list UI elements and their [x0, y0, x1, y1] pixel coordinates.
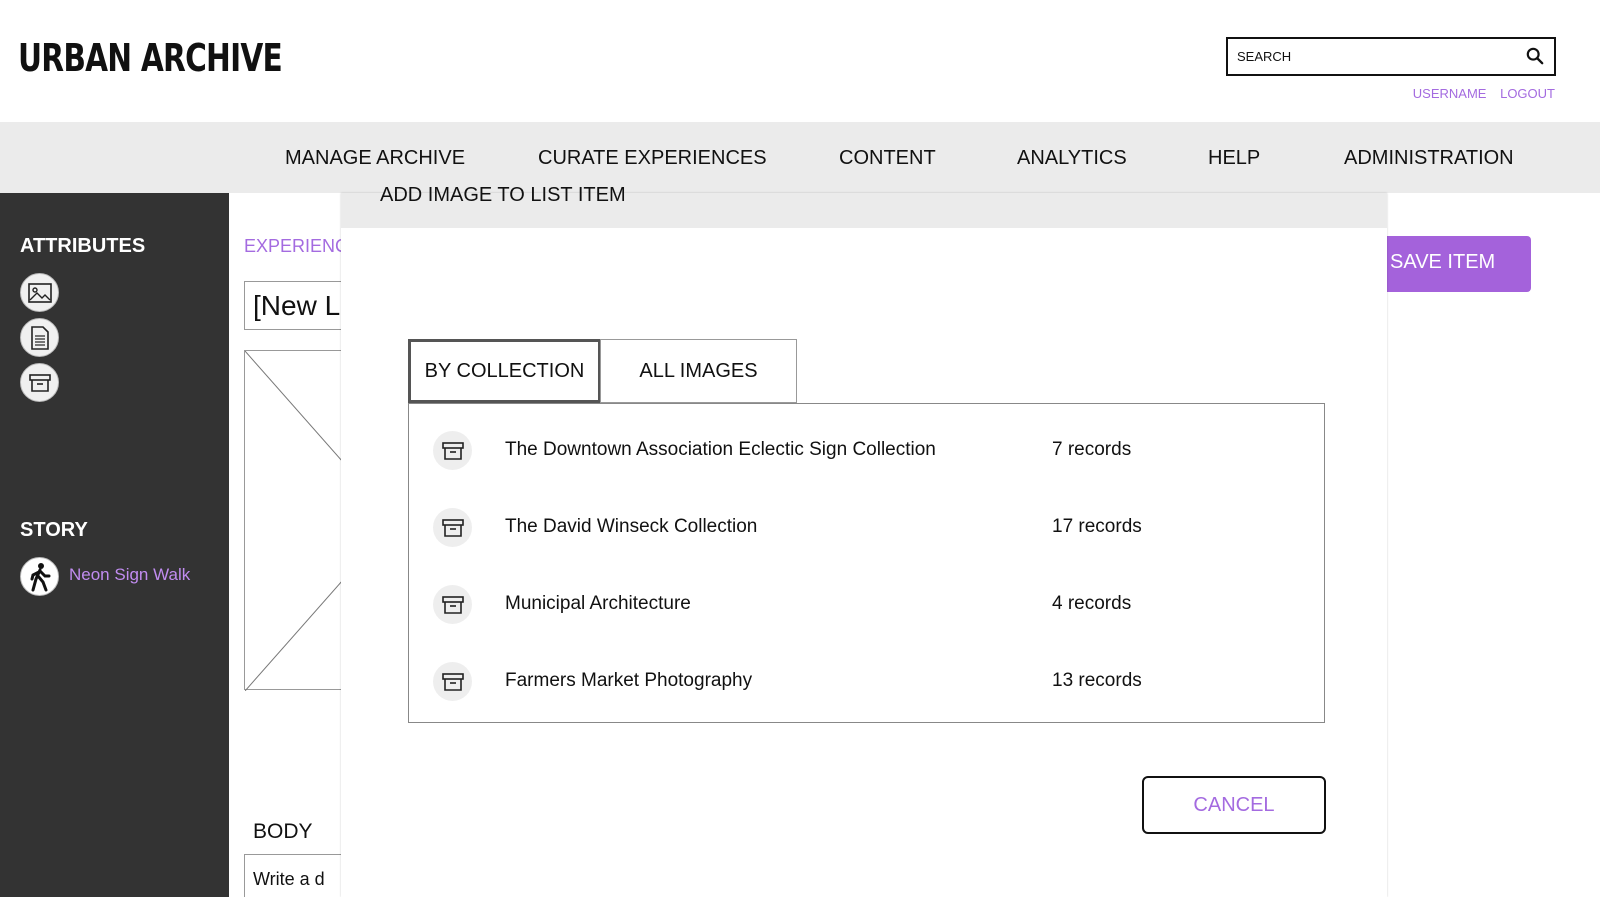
add-image-modal: ADD IMAGE TO LIST ITEM BY COLLECTION ALL… — [341, 184, 1387, 897]
nav-manage-archive[interactable]: MANAGE ARCHIVE — [285, 147, 465, 170]
collection-name: Farmers Market Photography — [505, 670, 753, 691]
search-icon[interactable] — [1526, 47, 1544, 65]
logout-link[interactable]: LOGOUT — [1500, 86, 1555, 101]
archive-box-icon — [433, 662, 472, 701]
story-avatar[interactable] — [20, 557, 59, 596]
nav-analytics[interactable]: ANALYTICS — [1017, 147, 1127, 170]
search-box[interactable] — [1226, 37, 1556, 76]
username-link[interactable]: USERNAME — [1413, 86, 1487, 101]
nav-curate-experiences[interactable]: CURATE EXPERIENCES — [538, 147, 767, 170]
collection-row[interactable]: The David Winseck Collection 17 records — [409, 492, 1324, 567]
archive-box-icon — [433, 508, 472, 547]
collection-name: The David Winseck Collection — [505, 516, 758, 537]
story-heading: STORY — [20, 519, 88, 541]
collection-row[interactable]: Farmers Market Photography 13 records — [409, 646, 1324, 721]
archive-box-icon — [433, 431, 472, 470]
collection-count: 7 records — [1052, 439, 1132, 460]
attributes-heading: ATTRIBUTES — [20, 235, 146, 257]
walking-person-icon — [30, 562, 50, 591]
archive-box-icon — [28, 373, 51, 392]
top-nav: MANAGE ARCHIVE CURATE EXPERIENCES CONTEN… — [0, 122, 1600, 193]
save-item-button[interactable]: SAVE ITEM — [1370, 236, 1531, 292]
nav-content[interactable]: CONTENT — [839, 147, 936, 170]
collection-count: 13 records — [1052, 670, 1142, 691]
collection-name: The Downtown Association Eclectic Sign C… — [505, 439, 936, 460]
attribute-collection-button[interactable] — [20, 363, 59, 402]
modal-title: ADD IMAGE TO LIST ITEM — [380, 184, 626, 206]
app-logo[interactable]: URBAN ARCHIVE — [18, 36, 283, 80]
tab-all-images[interactable]: ALL IMAGES — [600, 339, 797, 403]
search-input[interactable] — [1237, 49, 1517, 64]
collection-name: Municipal Architecture — [505, 593, 691, 614]
collection-row[interactable]: The Downtown Association Eclectic Sign C… — [409, 415, 1324, 490]
tab-by-collection[interactable]: BY COLLECTION — [408, 339, 601, 403]
collection-list: The Downtown Association Eclectic Sign C… — [408, 403, 1325, 723]
left-sidebar: ATTRIBUTES STORY Neon Sign Walk — [0, 193, 229, 897]
body-label: BODY — [253, 820, 313, 843]
user-links: USERNAME LOGOUT — [1403, 86, 1555, 101]
nav-administration[interactable]: ADMINISTRATION — [1344, 147, 1514, 170]
modal-header: ADD IMAGE TO LIST ITEM — [341, 184, 1387, 228]
collection-count: 17 records — [1052, 516, 1142, 537]
document-icon — [30, 325, 49, 350]
attribute-image-button[interactable] — [20, 273, 59, 312]
attribute-document-button[interactable] — [20, 318, 59, 357]
nav-help[interactable]: HELP — [1208, 147, 1260, 170]
collection-count: 4 records — [1052, 593, 1132, 614]
cancel-button[interactable]: CANCEL — [1142, 776, 1326, 834]
story-link[interactable]: Neon Sign Walk — [69, 565, 190, 585]
breadcrumb[interactable]: EXPERIENC — [244, 236, 348, 257]
image-icon — [27, 282, 52, 303]
archive-box-icon — [433, 585, 472, 624]
collection-row[interactable]: Municipal Architecture 4 records — [409, 569, 1324, 644]
